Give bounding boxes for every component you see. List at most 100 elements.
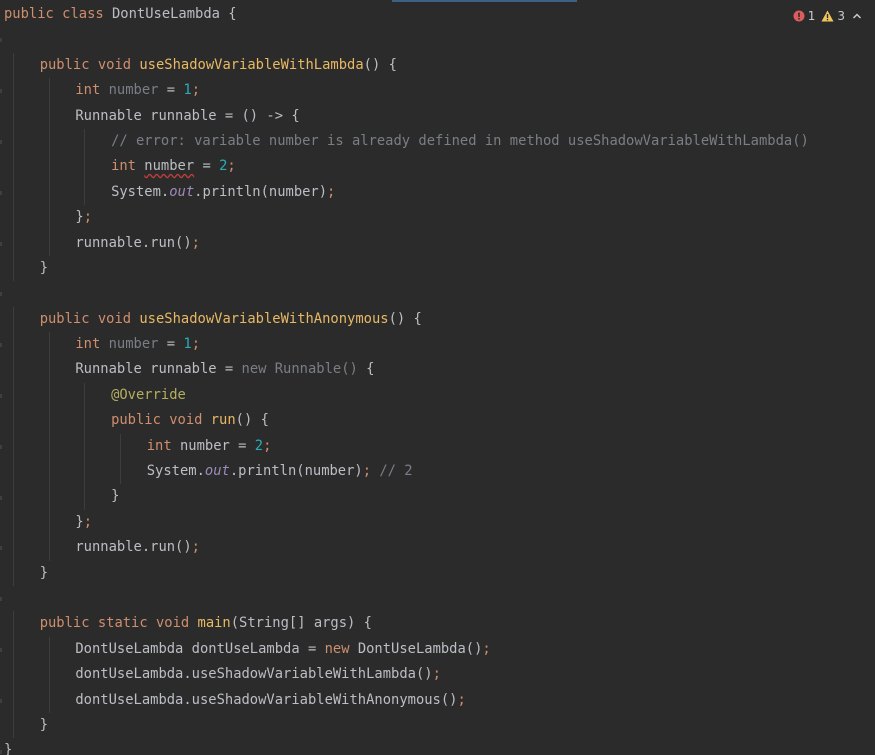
indent-guide [84, 433, 86, 460]
code-line[interactable]: public static void main(String[] args) { [4, 611, 875, 637]
code-line[interactable]: dontUseLambda.useShadowVariableWithAnony… [4, 687, 875, 713]
code-token: = [194, 158, 220, 175]
code-line[interactable] [4, 281, 875, 306]
code-token: } [39, 716, 48, 733]
indent-guide [13, 662, 14, 688]
code-token: runnable.run() [75, 539, 192, 556]
indent-guide [13, 687, 14, 713]
indent-guide [84, 179, 86, 206]
code-line[interactable]: Runnable runnable = () -> { [4, 103, 875, 129]
code-line[interactable]: int number = 1; [4, 332, 875, 358]
code-token: = [158, 82, 184, 99]
code-line[interactable]: int number = 1; [4, 78, 875, 104]
indent-guide [13, 52, 14, 79]
collapse-inspections-button[interactable] [851, 10, 863, 22]
inspection-widget[interactable]: 1 3 [793, 6, 863, 26]
code-line[interactable]: public void run() { [4, 408, 875, 434]
code-line[interactable]: DontUseLambda dontUseLambda = new DontUs… [4, 636, 875, 663]
indent-guide [84, 459, 86, 485]
code-line[interactable]: System.out.println(number); // 2 [4, 459, 875, 485]
warning-icon [821, 10, 834, 22]
code-token: () { [388, 310, 422, 327]
indent-guide [13, 332, 14, 358]
code-token: out [204, 463, 230, 480]
code-token: DontUseLambda dontUseLambda = [75, 640, 325, 657]
indent-guide [13, 306, 14, 333]
warning-count: 3 [837, 9, 845, 23]
code-line[interactable]: public void useShadowVariableWithLambda(… [4, 52, 875, 79]
code-line[interactable]: int number = 2; [4, 433, 875, 460]
chevron-up-icon [852, 13, 862, 19]
code-line-content: int number = 1; [75, 332, 200, 357]
code-line[interactable]: }; [4, 205, 875, 231]
code-token: int [75, 336, 109, 353]
code-line[interactable]: } [4, 484, 875, 510]
code-line[interactable] [4, 27, 875, 52]
code-line-content: System.out.println(number); [111, 180, 335, 205]
code-token: int [75, 82, 109, 99]
code-line[interactable]: System.out.println(number); [4, 179, 875, 206]
code-token: useShadowVariableWithAnonymous [139, 310, 389, 327]
code-line-content: } [40, 561, 48, 586]
code-token: new [324, 640, 358, 657]
error-indicator[interactable]: 1 [793, 9, 815, 23]
code-line[interactable]: public class DontUseLambda { [4, 2, 875, 27]
code-token: ; [191, 82, 200, 99]
code-token: // error: variable number is already def… [111, 132, 809, 149]
gutter-mark [0, 140, 2, 144]
gutter-mark [0, 38, 2, 43]
gutter-mark [0, 648, 2, 652]
code-token: ; [263, 437, 272, 454]
code-line-content: dontUseLambda.useShadowVariableWithAnony… [75, 688, 465, 713]
indent-guide [13, 459, 14, 485]
indent-guide [13, 154, 14, 180]
code-line-content: public void useShadowVariableWithAnonymo… [40, 307, 422, 332]
code-token: @Override [111, 386, 186, 403]
gutter-mark [0, 89, 2, 94]
code-line[interactable]: Runnable runnable = new Runnable() { [4, 357, 875, 383]
indent-guide [13, 611, 14, 637]
code-token: = [158, 336, 184, 353]
code-line[interactable]: } [4, 738, 875, 755]
code-area[interactable]: public class DontUseLambda { public void … [4, 2, 875, 755]
code-line-content: @Override [111, 383, 186, 408]
code-line[interactable]: } [4, 560, 875, 586]
indent-guide [48, 103, 50, 129]
warning-indicator[interactable]: 3 [821, 9, 845, 23]
code-line[interactable]: int number = 2; [4, 154, 875, 180]
code-line-content: public void run() { [111, 408, 269, 433]
indent-guide [13, 128, 14, 155]
code-token: .println(number) [194, 183, 328, 200]
code-line-content: public class DontUseLambda { [4, 2, 237, 27]
code-line[interactable]: @Override [4, 382, 875, 409]
code-line[interactable]: runnable.run(); [4, 535, 875, 561]
code-token: main [197, 615, 231, 632]
code-token: ; [83, 513, 92, 530]
indent-guide [13, 484, 14, 510]
code-token: number = [179, 437, 255, 454]
code-line[interactable]: } [4, 255, 875, 282]
code-line[interactable]: }; [4, 509, 875, 536]
code-token: public class [4, 6, 112, 22]
indent-guide [48, 636, 50, 663]
indent-guide [13, 433, 14, 460]
code-token: 2 [254, 437, 264, 454]
code-line[interactable]: } [4, 712, 875, 739]
code-line[interactable]: public void useShadowVariableWithAnonymo… [4, 306, 875, 333]
code-token: ; [83, 209, 92, 226]
code-line[interactable] [4, 586, 875, 611]
code-token: } [4, 742, 13, 755]
indent-guide [13, 712, 14, 739]
code-token: System. [146, 463, 205, 480]
code-line-content: } [4, 738, 12, 755]
indent-guide [48, 128, 50, 155]
code-token: } [39, 259, 48, 276]
code-token: ; [327, 183, 336, 200]
code-line[interactable]: runnable.run(); [4, 230, 875, 256]
code-editor[interactable]: public class DontUseLambda { public void … [0, 0, 875, 755]
indent-guide [48, 230, 50, 256]
gutter-mark [0, 190, 2, 195]
code-line[interactable]: // error: variable number is already def… [4, 128, 875, 155]
code-line[interactable]: dontUseLambda.useShadowVariableWithLambd… [4, 662, 875, 688]
code-line-content: int number = 1; [75, 78, 200, 103]
